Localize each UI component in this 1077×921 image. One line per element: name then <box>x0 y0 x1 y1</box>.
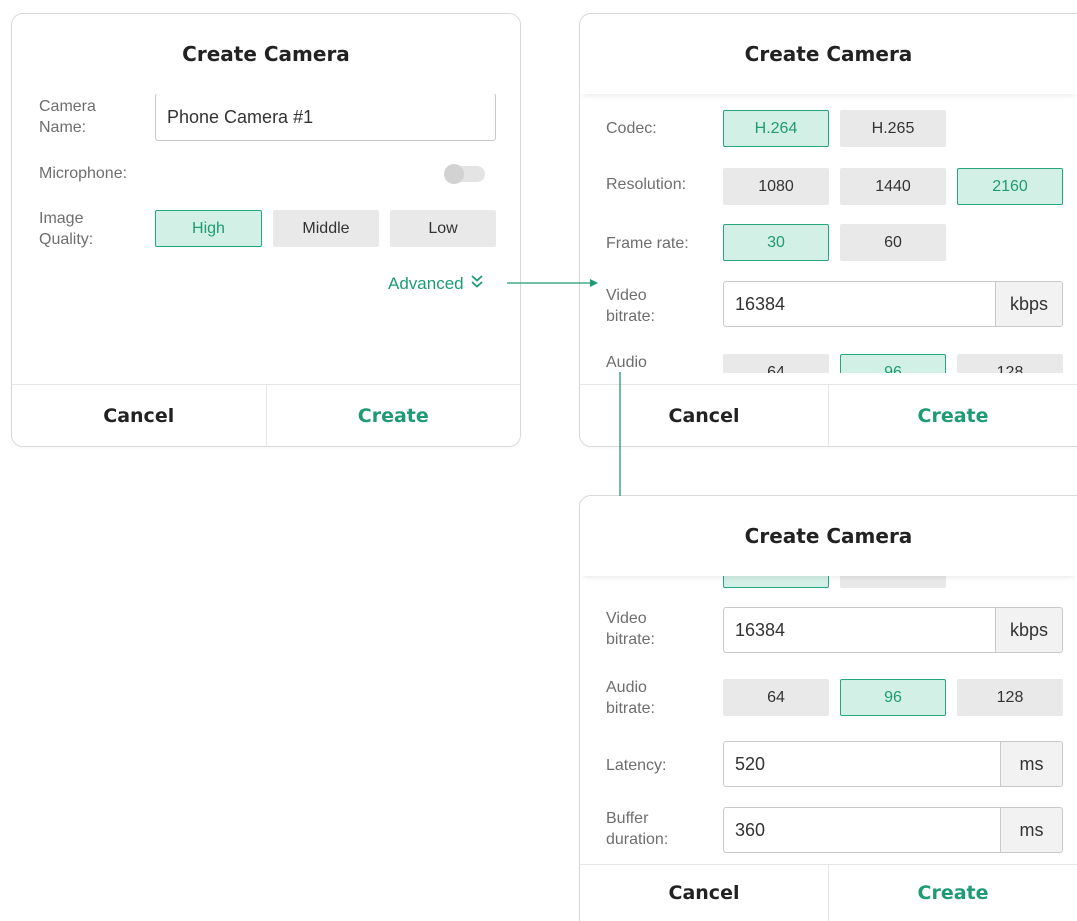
dialog-title: Create Camera <box>580 496 1077 576</box>
frame-rate-30-button[interactable]: 30 <box>723 224 829 261</box>
advanced-label: Advanced <box>388 273 464 293</box>
audio-bitrate-label: Audio bitrate: <box>606 679 655 717</box>
codec-h264-button[interactable]: H.264 <box>723 110 829 147</box>
buffer-duration-label: Buffer duration: <box>606 810 669 848</box>
advanced-settings-scroll[interactable]: Frame rate: 30 60 Video bitrate: 16384 k… <box>580 565 1077 865</box>
cancel-button[interactable]: Cancel <box>12 385 267 446</box>
create-button[interactable]: Create <box>829 385 1077 446</box>
double-chevron-down-icon <box>470 273 484 294</box>
advanced-settings-scroll[interactable]: Codec: H.264 H.265 Resolution: 1080 1440… <box>580 83 1077 373</box>
quality-middle-button[interactable]: Middle <box>273 210 379 247</box>
dialog-title: Create Camera <box>12 14 520 94</box>
create-button[interactable]: Create <box>829 865 1077 921</box>
camera-name-label: Camera Name: <box>39 98 96 136</box>
microphone-toggle[interactable] <box>444 164 485 184</box>
create-camera-dialog-basic: Create Camera Camera Name: Phone Camera … <box>11 13 521 447</box>
audio-bitrate-64-button[interactable]: 64 <box>723 354 829 373</box>
quality-high-button[interactable]: High <box>155 210 262 247</box>
quality-low-button[interactable]: Low <box>390 210 496 247</box>
dialog-footer: Cancel Create <box>580 864 1077 921</box>
create-button[interactable]: Create <box>267 385 521 446</box>
audio-bitrate-128-button[interactable]: 128 <box>957 679 1063 716</box>
microphone-label: Microphone: <box>39 165 128 182</box>
codec-h265-button[interactable]: H.265 <box>840 110 946 147</box>
video-bitrate-label: Video bitrate: <box>606 610 655 648</box>
resolution-1440-button[interactable]: 1440 <box>840 168 946 205</box>
dialog-footer: Cancel Create <box>580 384 1077 446</box>
dialog-footer: Cancel Create <box>12 384 520 446</box>
resolution-2160-button[interactable]: 2160 <box>957 168 1063 205</box>
cancel-button[interactable]: Cancel <box>580 385 829 446</box>
frame-rate-60-button[interactable]: 60 <box>840 224 946 261</box>
video-bitrate-unit: kbps <box>996 281 1063 327</box>
create-camera-dialog-advanced-scrolled: Create Camera Frame rate: 30 60 Video bi… <box>579 495 1077 921</box>
audio-bitrate-64-button[interactable]: 64 <box>723 679 829 716</box>
audio-bitrate-96-button[interactable]: 96 <box>840 679 946 716</box>
camera-name-input[interactable]: Phone Camera #1 <box>155 93 496 141</box>
image-quality-label: Image Quality: <box>39 210 94 248</box>
video-bitrate-input[interactable]: 16384 <box>723 607 996 653</box>
frame-rate-label: Frame rate: <box>606 235 689 252</box>
buffer-duration-input[interactable]: 360 <box>723 807 1001 853</box>
codec-label: Codec: <box>606 120 657 137</box>
cancel-button[interactable]: Cancel <box>580 865 829 921</box>
toggle-knob <box>444 164 464 184</box>
dialog-title: Create Camera <box>580 14 1077 94</box>
resolution-label: Resolution: <box>606 176 687 193</box>
latency-unit: ms <box>1001 741 1063 787</box>
audio-bitrate-label: Audio bitrate: <box>606 354 647 371</box>
latency-input[interactable]: 520 <box>723 741 1001 787</box>
resolution-1080-button[interactable]: 1080 <box>723 168 829 205</box>
video-bitrate-input[interactable]: 16384 <box>723 281 996 327</box>
create-camera-dialog-advanced: Create Camera Codec: H.264 H.265 Resolut… <box>579 13 1077 447</box>
buffer-duration-unit: ms <box>1001 807 1063 853</box>
audio-bitrate-96-button[interactable]: 96 <box>840 354 946 373</box>
advanced-link[interactable]: Advanced <box>388 273 484 294</box>
latency-label: Latency: <box>606 757 667 774</box>
video-bitrate-label: Video bitrate: <box>606 287 655 325</box>
video-bitrate-unit: kbps <box>996 607 1063 653</box>
audio-bitrate-128-button[interactable]: 128 <box>957 354 1063 373</box>
